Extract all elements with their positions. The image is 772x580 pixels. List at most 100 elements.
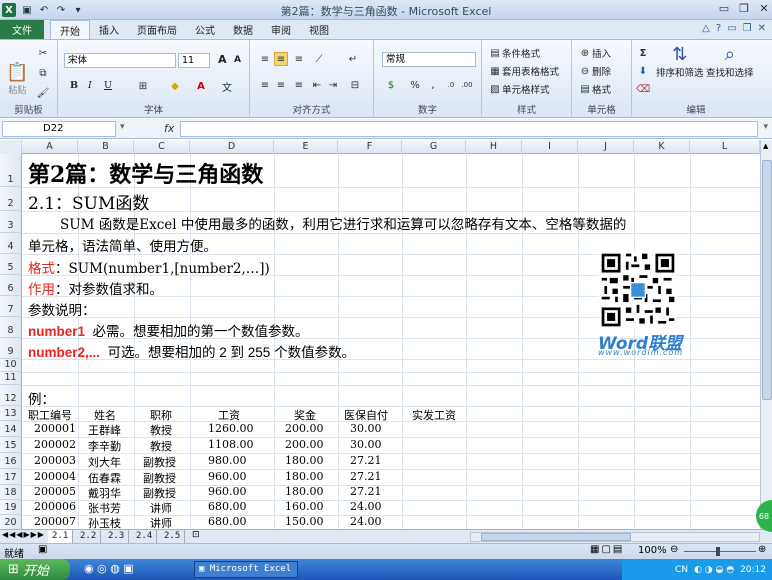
tab-formulas[interactable]: 公式	[186, 20, 224, 39]
font-name-select[interactable]: 宋体	[64, 53, 176, 68]
row-header[interactable]: 12	[0, 385, 22, 406]
workbook-minimize-icon[interactable]: ▭	[727, 23, 736, 34]
row-header[interactable]: 6	[0, 275, 22, 296]
row-header[interactable]: 1	[0, 154, 22, 187]
column-header[interactable]: D	[190, 140, 274, 154]
row-header[interactable]: 18	[0, 485, 22, 500]
close-icon[interactable]: ✕	[758, 2, 770, 15]
wrap-text-icon[interactable]: ↵	[346, 52, 360, 66]
row-header[interactable]: 19	[0, 500, 22, 515]
sheet-tab-2-1[interactable]: 2.1	[48, 530, 74, 543]
row-header[interactable]: 15	[0, 437, 22, 453]
tab-review[interactable]: 审阅	[262, 20, 300, 39]
quicklaunch-icons[interactable]: ◉ ◎ ◍ ▣	[84, 562, 134, 575]
percent-icon[interactable]: %	[408, 78, 422, 92]
insert-function-button[interactable]: fx	[164, 122, 174, 135]
column-header[interactable]: C	[134, 140, 190, 154]
input-lang[interactable]: CN	[675, 565, 688, 575]
copy-icon[interactable]: ⧉	[36, 66, 50, 80]
zoom-out-icon[interactable]: ⊖	[670, 544, 678, 555]
workbook-close-icon[interactable]: ✕	[758, 23, 766, 34]
zoom-slider-thumb[interactable]	[716, 547, 720, 556]
column-header[interactable]: B	[78, 140, 134, 154]
vertical-scrollbar[interactable]: ▲ ▼	[760, 140, 772, 530]
decrease-indent-icon[interactable]: ⇤	[310, 78, 324, 92]
align-left-icon[interactable]: ≡	[258, 78, 272, 92]
scroll-up-icon[interactable]: ▲	[763, 142, 768, 150]
restore-icon[interactable]: ❐	[738, 2, 750, 15]
font-color-icon[interactable]: A	[194, 79, 208, 93]
align-top-icon[interactable]: ≡	[258, 52, 272, 66]
delete-cells-button[interactable]: ⊖ 删除	[578, 64, 611, 79]
paste-button[interactable]: 📋 粘贴	[6, 62, 28, 96]
format-cells-button[interactable]: ▤ 格式	[578, 82, 611, 97]
orientation-icon[interactable]: ⟋	[312, 52, 326, 66]
help-icon[interactable]: ?	[716, 23, 721, 34]
zoom-level[interactable]: 100%	[638, 545, 667, 556]
find-select-button[interactable]: ⌕ 查找和选择	[706, 44, 754, 79]
row-header[interactable]: 16	[0, 453, 22, 469]
sort-filter-button[interactable]: ⇅ 排序和筛选	[656, 44, 704, 79]
row-header[interactable]: 9	[0, 338, 22, 359]
zoom-slider[interactable]	[684, 551, 756, 552]
start-button[interactable]: ⊞ 开始	[0, 559, 70, 580]
row-header[interactable]: 11	[0, 372, 22, 385]
column-header[interactable]: J	[578, 140, 634, 154]
clock[interactable]: 20:12	[740, 565, 766, 575]
row-header[interactable]: 5	[0, 254, 22, 275]
decrease-decimal-icon[interactable]: .00	[460, 78, 474, 92]
cut-icon[interactable]: ✂	[36, 46, 50, 60]
format-painter-icon[interactable]: 🖌	[36, 86, 50, 100]
minimize-ribbon-icon[interactable]: △	[702, 23, 710, 34]
sheet-tab-2-4[interactable]: 2.4	[132, 530, 158, 543]
row-header[interactable]: 20	[0, 515, 22, 529]
macro-record-icon[interactable]: ▣	[38, 544, 47, 555]
new-sheet-icon[interactable]: ⊡	[192, 530, 200, 540]
autosum-icon[interactable]: Σ	[636, 46, 650, 60]
column-header[interactable]: I	[522, 140, 578, 154]
number-format-select[interactable]: 常规	[382, 52, 476, 67]
row-header[interactable]: 13	[0, 406, 22, 421]
formula-input[interactable]	[180, 121, 758, 137]
row-header[interactable]: 10	[0, 359, 22, 372]
cell-styles-button[interactable]: ▨ 单元格样式	[488, 82, 549, 97]
tab-data[interactable]: 数据	[224, 20, 262, 39]
clear-icon[interactable]: ⌫	[636, 82, 650, 96]
align-middle-icon[interactable]: ≡	[274, 52, 288, 66]
merge-center-icon[interactable]: ⊟	[348, 78, 362, 92]
sheet-tab-2-5[interactable]: 2.5	[160, 530, 186, 543]
select-all-corner[interactable]	[0, 140, 22, 154]
workbook-restore-icon[interactable]: ❐	[743, 23, 752, 34]
expand-formula-icon[interactable]: ▾	[763, 122, 768, 132]
worksheet-grid[interactable]: 1 2 3 4 5 6 7 8 9 10 11 12 13 14 15 16 1…	[0, 154, 760, 529]
tab-view[interactable]: 视图	[300, 20, 338, 39]
underline-button[interactable]: U	[104, 80, 112, 91]
align-right-icon[interactable]: ≡	[292, 78, 306, 92]
column-header[interactable]: H	[466, 140, 522, 154]
row-header[interactable]: 2	[0, 187, 22, 211]
font-size-select[interactable]: 11	[178, 53, 210, 68]
column-header[interactable]: E	[274, 140, 338, 154]
sheet-tab-2-3[interactable]: 2.3	[104, 530, 130, 543]
bold-button[interactable]: B	[70, 80, 78, 91]
grow-font-button[interactable]: A	[218, 53, 227, 66]
shrink-font-button[interactable]: A	[234, 55, 241, 65]
currency-icon[interactable]: $	[384, 78, 398, 92]
sheet-tab-2-2[interactable]: 2.2	[76, 530, 102, 543]
tab-file[interactable]: 文件	[0, 20, 44, 39]
align-bottom-icon[interactable]: ≡	[292, 52, 306, 66]
insert-cells-button[interactable]: ⊕ 插入	[578, 46, 611, 61]
increase-indent-icon[interactable]: ⇥	[326, 78, 340, 92]
tray-icons[interactable]: ◐ ◑ ◒ ◓	[694, 565, 734, 575]
phonetic-icon[interactable]: 文	[220, 79, 234, 94]
scrollbar-thumb[interactable]	[762, 160, 772, 400]
sheet-nav-icons[interactable]: ◀◀◀▶▶▶	[2, 530, 45, 539]
row-header[interactable]: 17	[0, 469, 22, 485]
column-header[interactable]: G	[402, 140, 466, 154]
italic-button[interactable]: I	[88, 80, 92, 91]
tab-page-layout[interactable]: 页面布局	[128, 20, 186, 39]
conditional-format-button[interactable]: ▤ 条件格式	[488, 46, 540, 61]
row-header[interactable]: 7	[0, 296, 22, 317]
row-header[interactable]: 8	[0, 317, 22, 338]
align-center-icon[interactable]: ≡	[274, 78, 288, 92]
